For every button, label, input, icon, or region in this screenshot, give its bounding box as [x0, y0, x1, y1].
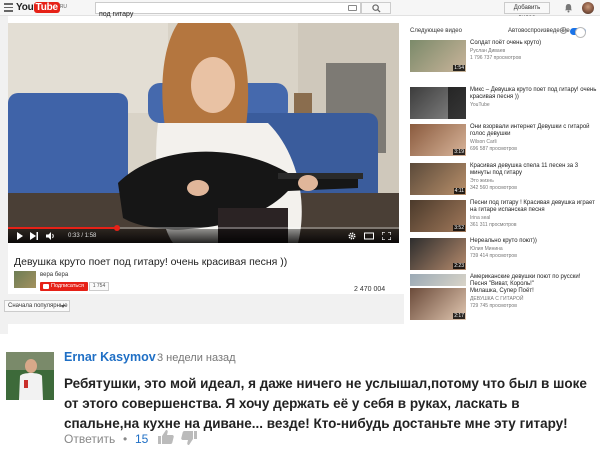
video-duration: 3:19 [453, 149, 465, 155]
recommendation-views: 739 414 просмотров [470, 253, 517, 259]
logo-tube: Tube [33, 2, 60, 13]
recommendation-title[interactable]: Милашка, Супер Поёт! [470, 288, 598, 295]
comment-time[interactable]: 3 недели назад [157, 352, 236, 364]
fullscreen-icon[interactable] [382, 232, 391, 240]
recommendation-title[interactable]: Микс – Девушка круто поет под гитару! оч… [470, 87, 598, 101]
autoplay-toggle[interactable] [570, 27, 586, 38]
comment-author[interactable]: Ernar Kasymov [64, 350, 156, 364]
comment-text: Ребятушки, это мой идеал, я даже ничего … [64, 376, 587, 431]
top-bar: YouTubeRU Добавить видео [0, 0, 600, 21]
up-next-heading: Следующее видео [410, 28, 462, 34]
recommendation-thumbnail[interactable]: 2:17 [410, 288, 466, 320]
left-gutter [0, 16, 8, 334]
recommendation-title[interactable]: Они взорвали интернет Девушки с гитарой … [470, 124, 598, 138]
video-duration: 3:52 [453, 225, 465, 231]
recommendation-item[interactable]: 2:17 Милашка, Супер Поёт! ДЕВУШКА С ГИТАРО… [410, 288, 600, 324]
search-input[interactable] [96, 9, 336, 20]
time-total: 1:58 [84, 233, 97, 239]
recommendation-title[interactable]: Нереально круто поют)) [470, 238, 598, 245]
channel-avatar[interactable] [14, 271, 36, 288]
comment-separator: • [123, 432, 128, 446]
progress-played [8, 227, 117, 229]
account-avatar[interactable] [582, 2, 594, 14]
next-icon[interactable] [30, 232, 39, 240]
video-frame [8, 23, 399, 243]
recommendation-views: 696 587 просмотров [470, 146, 517, 152]
recommendation-views: 361 311 просмотров [470, 222, 517, 228]
youtube-mini-icon [43, 284, 49, 289]
info-icon[interactable]: i [560, 27, 567, 34]
search-box[interactable] [95, 2, 361, 20]
recommendation-item[interactable]: 1:54 Солдат поёт очень круто) Руслан Дивае… [410, 40, 600, 76]
recommendation-item[interactable]: 4:11 Красивая девушка спела 11 песен за 3… [410, 163, 600, 199]
video-duration: 4:11 [453, 188, 465, 194]
subscriber-count: 1 754 [89, 282, 109, 291]
video-duration: 1:54 [453, 65, 465, 71]
menu-icon[interactable] [4, 3, 13, 12]
recommendation-channel: Irina seal [470, 215, 491, 221]
keyboard-icon[interactable] [348, 5, 357, 11]
recommendation-views: 342 560 просмотров [470, 185, 517, 191]
recommendation-thumbnail[interactable]: 3:19 [410, 124, 466, 156]
recommendation-item[interactable]: 3:52 Песни под гитару ! Красивая девушка … [410, 200, 600, 236]
like-count: 15 [135, 432, 149, 446]
commenter-avatar[interactable] [6, 352, 54, 400]
search-button[interactable] [361, 2, 391, 14]
search-icon [372, 4, 381, 13]
recommendation-channel: Это жизнь [470, 178, 494, 184]
add-video-button[interactable]: Добавить видео [504, 2, 550, 21]
recommendation-item[interactable]: Микс – Девушка круто поет под гитару! оч… [410, 87, 600, 123]
recommendation-views: 1 796 737 просмотров [470, 55, 522, 61]
page: YouTubeRU Добавить видео [0, 0, 600, 457]
mix-playlist-icon [448, 87, 466, 119]
recommendation-channel: YouTube [470, 102, 490, 108]
subscribe-button[interactable]: Подписаться [40, 282, 88, 291]
progress-scrubber[interactable] [114, 225, 120, 231]
recommendation-channel: Юлия Минина [470, 246, 503, 252]
recommendation-item[interactable]: Американские девушки поют по русски! Пес… [410, 274, 600, 288]
recommendation-thumbnail[interactable]: 3:52 [410, 200, 466, 232]
time-display: 0:33 / 1:58 [68, 232, 96, 240]
thumbs-down-icon[interactable] [181, 431, 197, 445]
notifications-bell-icon[interactable] [564, 3, 573, 13]
volume-icon[interactable] [46, 232, 56, 240]
recommendation-views: 729 745 просмотров [470, 303, 517, 309]
reply-button[interactable]: Ответить [64, 432, 115, 446]
view-count: 2 470 004 [354, 286, 386, 293]
video-player[interactable]: 0:33 / 1:58 [8, 23, 399, 243]
video-duration: 2:23 [453, 263, 465, 269]
recommendation-title[interactable]: Песни под гитару ! Красивая девушка игра… [470, 200, 598, 214]
logo-you: You [16, 2, 34, 13]
subscribe-label: Подписаться [51, 283, 84, 289]
time-current: 0:33 [68, 233, 80, 239]
recommendation-title[interactable]: Солдат поёт очень круто) [470, 40, 598, 47]
progress-bar[interactable] [8, 225, 399, 231]
thumbs-up-icon[interactable] [158, 430, 174, 444]
recommendation-channel: Руслан Диваев [470, 48, 506, 54]
recommendation-title[interactable]: Красивая девушка спела 11 песен за 3 мин… [470, 163, 598, 177]
channel-name[interactable]: вера бера [40, 272, 68, 278]
recommendation-thumbnail[interactable] [410, 274, 466, 286]
recommendation-channel: ДЕВУШКА С ГИТАРОЙ [470, 296, 524, 302]
recommendation-thumbnail[interactable]: 2:23 [410, 238, 466, 270]
chevron-down-icon [61, 305, 65, 308]
settings-gear-icon[interactable] [348, 232, 356, 240]
youtube-logo[interactable]: You Tube RU [16, 1, 67, 14]
recommendation-thumbnail[interactable]: 1:54 [410, 40, 466, 72]
recommendation-item[interactable]: 2:23 Нереально круто поют)) Юлия Минина 739… [410, 238, 600, 274]
theater-mode-icon[interactable] [364, 232, 374, 240]
recommendation-channel: Wilson Carli [470, 139, 497, 145]
recommendation-title[interactable]: Американские девушки поют по русски! Пес… [470, 274, 598, 288]
recommendation-thumbnail[interactable] [410, 87, 466, 119]
sort-dropdown[interactable]: Сначала популярные [4, 300, 70, 312]
logo-region: RU [59, 4, 67, 10]
video-duration: 2:17 [453, 313, 465, 319]
video-title: Девушка круто поет под гитару! очень кра… [14, 256, 288, 268]
play-icon[interactable] [16, 232, 24, 240]
sort-label: Сначала популярные [8, 303, 68, 309]
recommendation-item[interactable]: 3:19 Они взорвали интернет Девушки с гита… [410, 124, 600, 160]
recommendation-thumbnail[interactable]: 4:11 [410, 163, 466, 195]
player-controls: 0:33 / 1:58 [8, 225, 399, 243]
